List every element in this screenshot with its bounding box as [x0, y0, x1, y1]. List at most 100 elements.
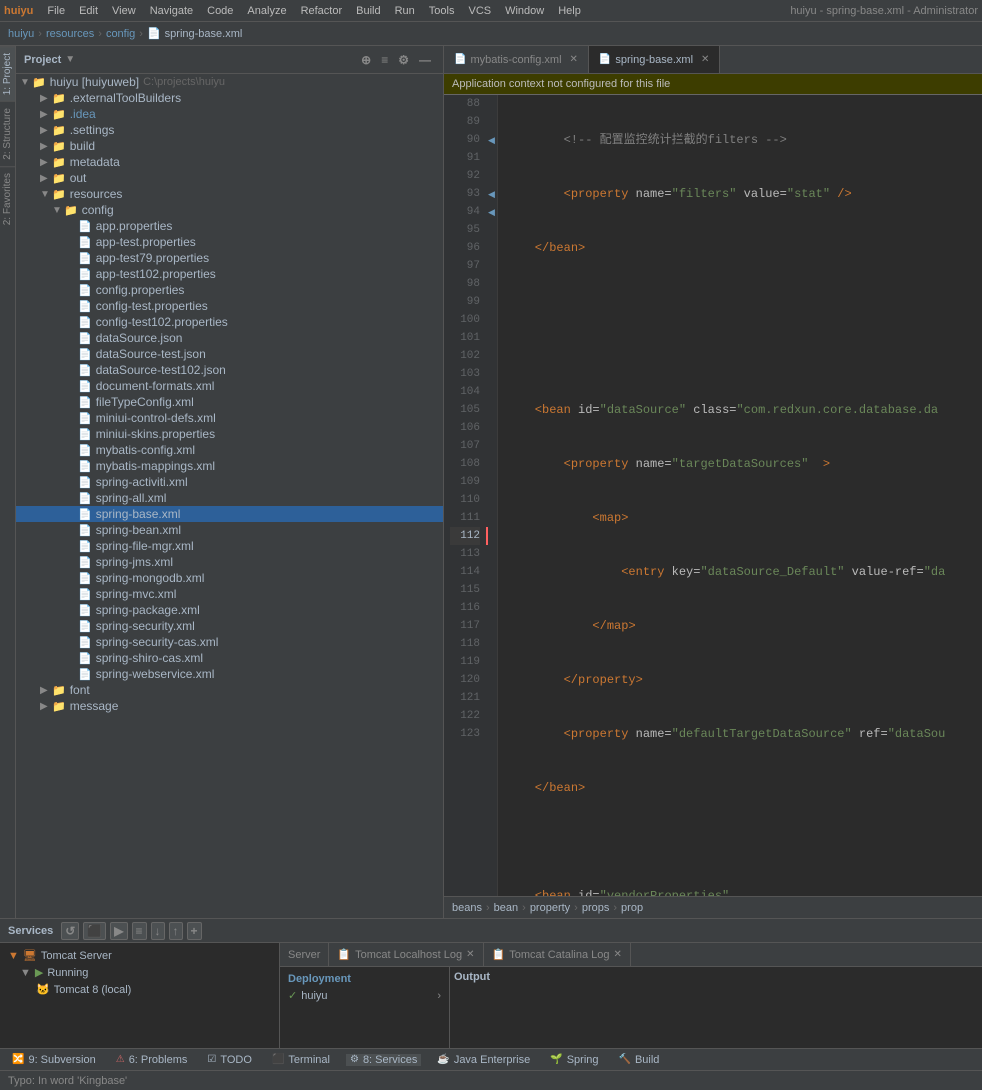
services-item-running[interactable]: ▼ ▶ Running — [0, 964, 279, 981]
tree-item-datasource-test-json[interactable]: 📄 dataSource-test.json — [16, 346, 443, 362]
statusbar-problems[interactable]: ⚠ 6: Problems — [112, 1054, 192, 1066]
services-add-btn[interactable]: + — [187, 922, 202, 940]
sidebar-settings-btn[interactable]: ⚙ — [394, 51, 413, 69]
menu-edit[interactable]: Edit — [73, 3, 104, 19]
tree-item-spring-jms[interactable]: 📄 spring-jms.xml — [16, 554, 443, 570]
statusbar-todo[interactable]: ☑ TODO — [203, 1054, 256, 1066]
menu-refactor[interactable]: Refactor — [295, 3, 349, 19]
tab-project[interactable]: 1: Project — [0, 46, 15, 101]
tree-item-spring-security-cas[interactable]: 📄 spring-security-cas.xml — [16, 634, 443, 650]
tree-item-settings[interactable]: ▶ 📁 .settings — [16, 122, 443, 138]
services-sort-up-btn[interactable]: ↑ — [169, 922, 183, 940]
sidebar-close-btn[interactable]: — — [415, 51, 435, 69]
tree-item-spring-activiti[interactable]: 📄 spring-activiti.xml — [16, 474, 443, 490]
menu-tools[interactable]: Tools — [423, 3, 461, 19]
menu-build[interactable]: Build — [350, 3, 386, 19]
tree-item-message[interactable]: ▶ 📁 message — [16, 698, 443, 714]
tree-item-external[interactable]: ▶ 📁 .externalToolBuilders — [16, 90, 443, 106]
tree-item-spring-base[interactable]: 📄 spring-base.xml — [16, 506, 443, 522]
menu-code[interactable]: Code — [201, 3, 239, 19]
sidebar-locate-btn[interactable]: ⊕ — [357, 51, 375, 69]
tree-item-mybatis-config[interactable]: 📄 mybatis-config.xml — [16, 442, 443, 458]
tree-item-config-props[interactable]: 📄 config.properties — [16, 282, 443, 298]
menu-window[interactable]: Window — [499, 3, 550, 19]
tree-item-app-test-props[interactable]: 📄 app-test.properties — [16, 234, 443, 250]
bc-bean[interactable]: bean — [494, 902, 518, 914]
tree-item-spring-bean[interactable]: 📄 spring-bean.xml — [16, 522, 443, 538]
menu-view[interactable]: View — [106, 3, 142, 19]
tree-item-miniui-control[interactable]: 📄 miniui-control-defs.xml — [16, 410, 443, 426]
tree-item-filetypeconfig[interactable]: 📄 fileTypeConfig.xml — [16, 394, 443, 410]
menu-file[interactable]: File — [41, 3, 71, 19]
tree-item-spring-security[interactable]: 📄 spring-security.xml — [16, 618, 443, 634]
tab-close-icon[interactable]: ✕ — [701, 54, 709, 65]
tree-item-out[interactable]: ▶ 📁 out — [16, 170, 443, 186]
tab-structure[interactable]: 2: Structure — [0, 101, 15, 166]
tree-item-spring-all[interactable]: 📄 spring-all.xml — [16, 490, 443, 506]
statusbar-java-enterprise[interactable]: ☕ Java Enterprise — [433, 1054, 534, 1066]
tree-item-miniui-skins[interactable]: 📄 miniui-skins.properties — [16, 426, 443, 442]
tree-item-mybatis-mappings[interactable]: 📄 mybatis-mappings.xml — [16, 458, 443, 474]
editor-tab-spring-base[interactable]: 📄 spring-base.xml ✕ — [589, 46, 720, 73]
tree-item-datasource-json[interactable]: 📄 dataSource.json — [16, 330, 443, 346]
sidebar-dropdown-icon[interactable]: ▼ — [65, 54, 75, 65]
menu-run[interactable]: Run — [389, 3, 421, 19]
bc-prop[interactable]: prop — [621, 902, 643, 914]
editor-tab-mybatis[interactable]: 📄 mybatis-config.xml ✕ — [444, 46, 589, 73]
statusbar-services[interactable]: ⚙ 8: Services — [346, 1054, 421, 1066]
breadcrumb-config[interactable]: config — [106, 28, 135, 40]
tree-item-config[interactable]: ▼ 📁 config — [16, 202, 443, 218]
services-refresh-btn[interactable]: ↺ — [61, 922, 79, 940]
statusbar-terminal[interactable]: ⬛ Terminal — [268, 1054, 334, 1066]
tree-item-spring-mvc[interactable]: 📄 spring-mvc.xml — [16, 586, 443, 602]
tree-item-datasource-test102-json[interactable]: 📄 dataSource-test102.json — [16, 362, 443, 378]
services-run-btn[interactable]: ▶ — [110, 922, 127, 940]
services-item-tomcat[interactable]: ▼ 🖥 Tomcat Server — [0, 947, 279, 964]
services-tab-server[interactable]: Server — [280, 943, 329, 966]
tab-close-icon[interactable]: ✕ — [614, 949, 622, 960]
menu-navigate[interactable]: Navigate — [144, 3, 199, 19]
bc-property[interactable]: property — [530, 902, 570, 914]
breadcrumb-huiyu[interactable]: huiyu — [8, 28, 34, 40]
tree-item-idea[interactable]: ▶ 📁 .idea — [16, 106, 443, 122]
tree-item-app-test79-props[interactable]: 📄 app-test79.properties — [16, 250, 443, 266]
menu-help[interactable]: Help — [552, 3, 587, 19]
tree-item-spring-mongodb[interactable]: 📄 spring-mongodb.xml — [16, 570, 443, 586]
tree-item-font[interactable]: ▶ 📁 font — [16, 682, 443, 698]
services-filter-btn[interactable]: ≡ — [132, 922, 147, 940]
breadcrumb-resources[interactable]: resources — [46, 28, 94, 40]
tree-item-config-test102-props[interactable]: 📄 config-test102.properties — [16, 314, 443, 330]
tree-item-app-props[interactable]: 📄 app.properties — [16, 218, 443, 234]
tree-item-spring-file-mgr[interactable]: 📄 spring-file-mgr.xml — [16, 538, 443, 554]
tree-item-config-test-props[interactable]: 📄 config-test.properties — [16, 298, 443, 314]
bc-beans[interactable]: beans — [452, 902, 482, 914]
tree-item-metadata[interactable]: ▶ 📁 metadata — [16, 154, 443, 170]
statusbar-subversion[interactable]: 🔀 9: Subversion — [8, 1054, 100, 1066]
tree-item-app-test102-props[interactable]: 📄 app-test102.properties — [16, 266, 443, 282]
services-item-tomcat8[interactable]: 🐱 Tomcat 8 (local) — [0, 981, 279, 998]
statusbar-spring[interactable]: 🌱 Spring — [546, 1054, 602, 1066]
tree-item-spring-shiro-cas[interactable]: 📄 spring-shiro-cas.xml — [16, 650, 443, 666]
services-tab-catalina-log[interactable]: 📋 Tomcat Catalina Log ✕ — [484, 943, 631, 966]
tree-item-document-formats[interactable]: 📄 document-formats.xml — [16, 378, 443, 394]
deploy-item-huiyu[interactable]: ✓ huiyu › — [284, 987, 445, 1004]
tree-item-spring-webservice[interactable]: 📄 spring-webservice.xml — [16, 666, 443, 682]
statusbar-build[interactable]: 🔨 Build — [615, 1054, 664, 1066]
tree-item-spring-package[interactable]: 📄 spring-package.xml — [16, 602, 443, 618]
code-content-area[interactable]: <!-- 配置监控统计拦截的filters --> <property name… — [498, 95, 982, 896]
tree-item-resources[interactable]: ▼ 📁 resources — [16, 186, 443, 202]
tree-root[interactable]: ▼ 📁 huiyu [huiyuweb] C:\projects\huiyu — [16, 74, 443, 90]
services-tab-localhost-log[interactable]: 📋 Tomcat Localhost Log ✕ — [329, 943, 483, 966]
code-editor[interactable]: 88 89 90 91 92 93 94 95 96 97 98 99 100 … — [444, 95, 982, 896]
sidebar-collapse-btn[interactable]: ≡ — [377, 51, 392, 69]
menu-vcs[interactable]: VCS — [462, 3, 497, 19]
services-stop-btn[interactable]: ⬛ — [83, 922, 106, 940]
tree-item-build[interactable]: ▶ 📁 build — [16, 138, 443, 154]
deployment-label: Deployment — [284, 971, 445, 987]
services-sort-down-btn[interactable]: ↓ — [151, 922, 165, 940]
tab-favorites[interactable]: 2: Favorites — [0, 166, 15, 231]
bc-props[interactable]: props — [582, 902, 610, 914]
menu-analyze[interactable]: Analyze — [241, 3, 292, 19]
tab-close-icon[interactable]: ✕ — [570, 54, 578, 65]
tab-close-icon[interactable]: ✕ — [466, 949, 474, 960]
